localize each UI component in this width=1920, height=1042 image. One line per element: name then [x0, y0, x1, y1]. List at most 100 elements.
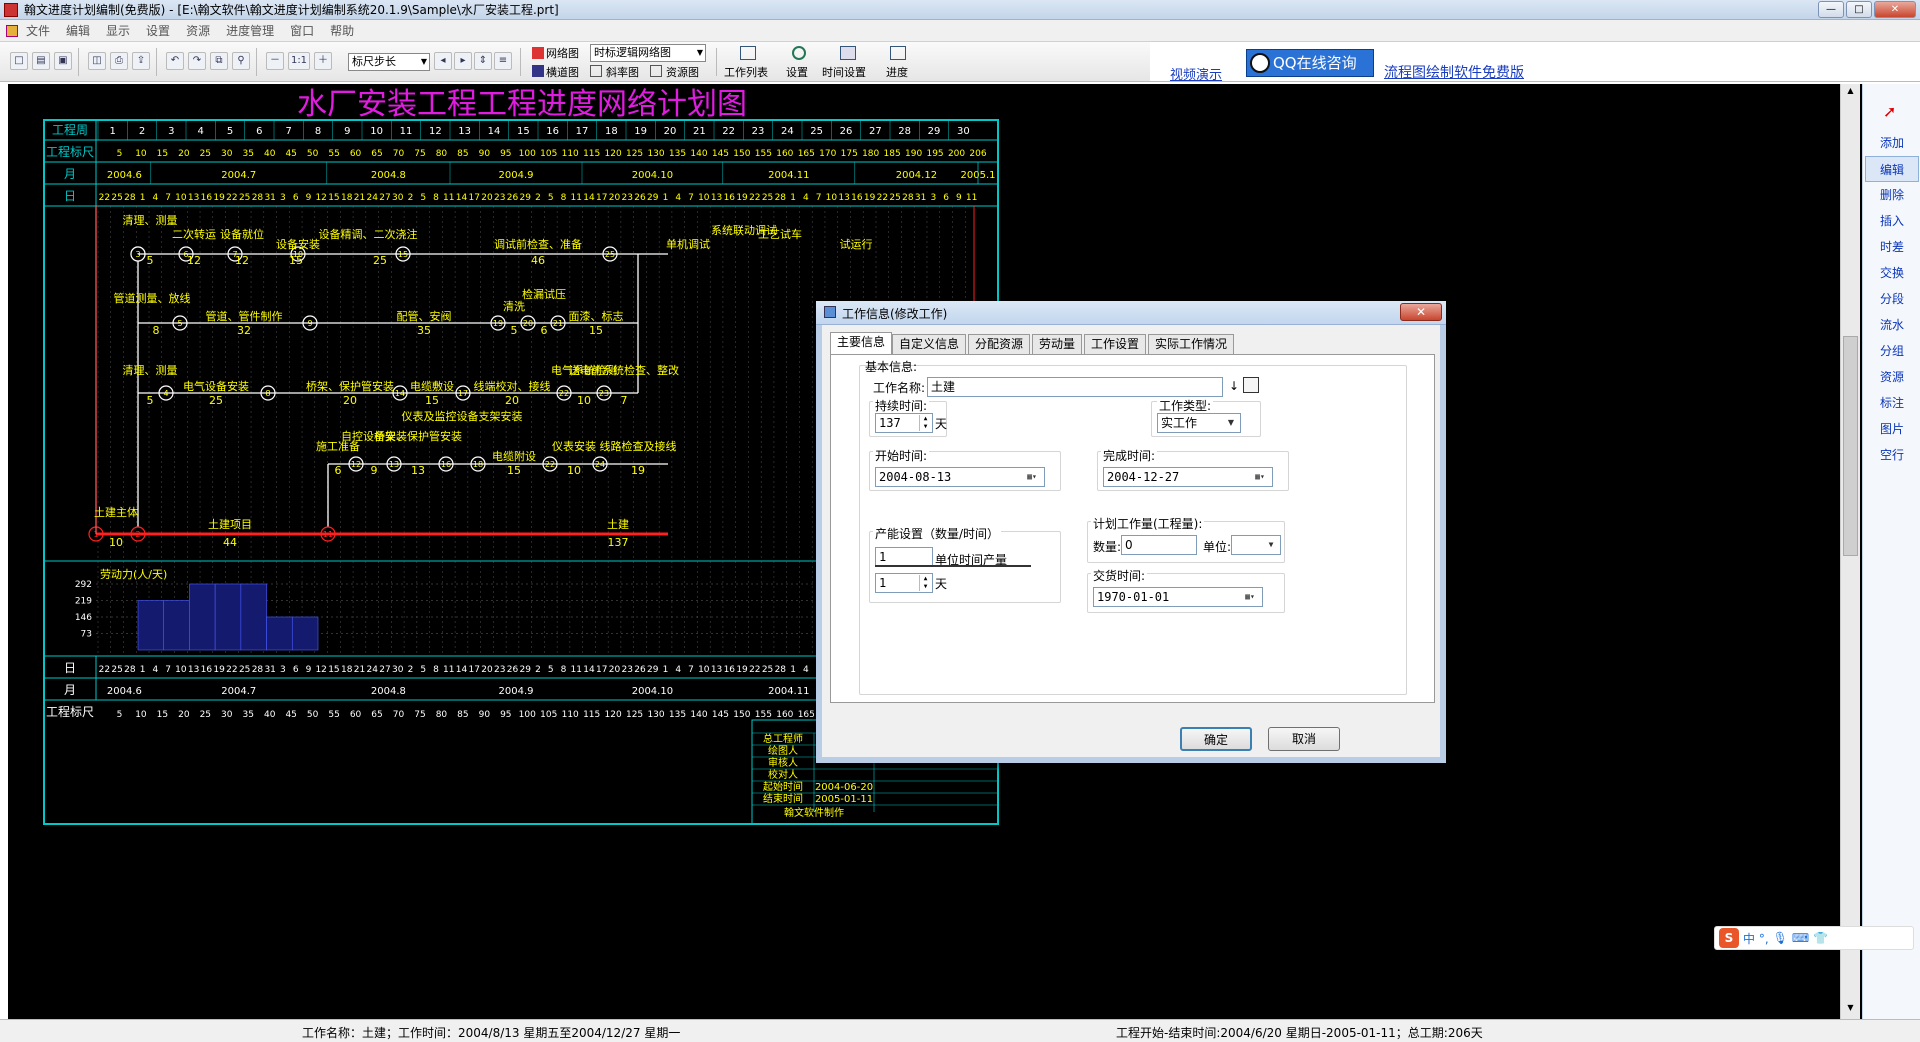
open-icon[interactable]: ▤ [32, 52, 50, 70]
scroll-down-button[interactable]: ▼ [1843, 1003, 1858, 1017]
tool-edit[interactable]: 编辑 [1865, 156, 1919, 182]
tool-resource[interactable]: 资源 [1865, 364, 1919, 390]
calendar-icon[interactable] [840, 46, 856, 60]
start-calendar-icon[interactable]: ▦▾ [1022, 470, 1042, 484]
oblique-view-icon[interactable] [590, 65, 602, 77]
unit-dropdown-icon[interactable]: ▼ [1264, 538, 1278, 552]
task-list-button[interactable]: 工作列表 [724, 64, 768, 80]
tab-assign-resource[interactable]: 分配资源 [968, 334, 1031, 354]
video-demo-link[interactable]: 视频演示 [1170, 64, 1222, 83]
task-type-dropdown-icon[interactable]: ▼ [1224, 416, 1238, 430]
tool-segment[interactable]: 分段 [1865, 286, 1919, 312]
last-icon[interactable]: ▸ [454, 52, 472, 70]
redo-icon[interactable]: ↷ [188, 52, 206, 70]
capacity-qty-input[interactable]: 1 [875, 547, 933, 567]
tool-add[interactable]: 添加 [1865, 130, 1919, 156]
print-icon[interactable]: ⎙ [110, 52, 128, 70]
task-list-icon[interactable] [740, 46, 756, 60]
resource-view-label[interactable]: 资源图 [666, 64, 699, 80]
qq-consult-button[interactable]: QQ在线咨询 [1246, 49, 1374, 77]
start-time-picker[interactable]: 2004-08-13 ▦▾ [875, 467, 1045, 487]
capacity-spinner[interactable]: ▲ ▼ [919, 575, 931, 591]
export-icon[interactable]: ⇪ [132, 52, 150, 70]
menu-progress[interactable]: 进度管理 [218, 22, 282, 39]
menu-settings[interactable]: 设置 [138, 22, 178, 39]
zoom-in-icon[interactable]: ＋ [314, 52, 332, 70]
flowchart-link[interactable]: 流程图绘制软件免费版 [1384, 62, 1524, 82]
tab-actual-work[interactable]: 实际工作情况 [1148, 334, 1235, 354]
tab-custom-info[interactable]: 自定义信息 [892, 334, 967, 354]
delivery-calendar-icon[interactable]: ▦▾ [1240, 590, 1260, 604]
unit-select[interactable]: ▼ [1231, 535, 1281, 555]
maximize-button[interactable]: □ [1846, 1, 1872, 18]
vertical-scrollbar[interactable]: ▲ ▼ [1840, 84, 1860, 1019]
ime-skin-icon[interactable]: 👕 [1813, 931, 1828, 945]
tool-blank-row[interactable]: 空行 [1865, 442, 1919, 468]
view-mode-select[interactable]: 时标逻辑网络图 ▼ [590, 44, 706, 62]
menu-view[interactable]: 显示 [98, 22, 138, 39]
ruler-step-select[interactable]: 标尺步长 ▼ [348, 53, 430, 71]
find-icon[interactable]: ⚲ [232, 52, 250, 70]
new-icon[interactable]: □ [10, 52, 28, 70]
save-icon[interactable]: ▣ [54, 52, 72, 70]
dialog-close-button[interactable]: ✕ [1400, 303, 1442, 321]
menu-file[interactable]: 文件 [18, 22, 58, 39]
menu-window[interactable]: 窗口 [282, 22, 322, 39]
settings-button[interactable]: 设置 [786, 64, 808, 80]
capacity-time-input[interactable]: 1 ▲ ▼ [875, 573, 933, 593]
task-type-select[interactable]: 实工作 ▼ [1157, 413, 1241, 433]
network-view-label[interactable]: 网络图 [546, 45, 579, 61]
tool-group[interactable]: 分组 [1865, 338, 1919, 364]
quantity-input[interactable]: 0 [1121, 535, 1197, 555]
progress-icon[interactable] [890, 46, 906, 60]
scroll-thumb[interactable] [1843, 336, 1858, 556]
duration-input[interactable]: 137 ▲ ▼ [875, 413, 933, 433]
preview-icon[interactable]: ◫ [88, 52, 106, 70]
tool-flow[interactable]: 流水 [1865, 312, 1919, 338]
settings-icon[interactable] [792, 46, 806, 60]
tab-main-info[interactable]: 主要信息 [830, 332, 893, 355]
copy-icon[interactable]: ⧉ [210, 52, 228, 70]
tool-delete[interactable]: 删除 [1865, 182, 1919, 208]
tool-annotate[interactable]: 标注 [1865, 390, 1919, 416]
zoom-out-icon[interactable]: － [266, 52, 284, 70]
tool-swap[interactable]: 交换 [1865, 260, 1919, 286]
tool-float[interactable]: 时差 [1865, 234, 1919, 260]
duration-spinner[interactable]: ▲ ▼ [919, 415, 931, 431]
gantt-view-icon[interactable] [532, 65, 544, 77]
task-name-input[interactable]: 土建 [927, 377, 1223, 397]
cancel-button[interactable]: 取消 [1268, 727, 1340, 751]
scroll-up-button[interactable]: ▲ [1843, 86, 1858, 100]
end-time-picker[interactable]: 2004-12-27 ▦▾ [1103, 467, 1273, 487]
updown-icon[interactable]: ⇕ [474, 52, 492, 70]
menu-edit[interactable]: 编辑 [58, 22, 98, 39]
name-list-icon[interactable] [1243, 377, 1259, 393]
ime-mode[interactable]: 中 °, [1743, 930, 1769, 947]
resource-view-icon[interactable] [650, 65, 662, 77]
ime-toolbar[interactable]: S 中 °, 🎙 ⌨ 👕 [1714, 926, 1914, 950]
tab-task-settings[interactable]: 工作设置 [1084, 334, 1147, 354]
close-button[interactable]: ✕ [1874, 1, 1916, 18]
minimize-button[interactable]: — [1818, 1, 1844, 18]
pointer-icon[interactable]: ➚ [1883, 102, 1896, 121]
ime-mic-icon[interactable]: 🎙 [1773, 931, 1788, 945]
progress-button[interactable]: 进度 [886, 64, 908, 80]
tool-picture[interactable]: 图片 [1865, 416, 1919, 442]
zoom-ratio-button[interactable]: 1:1 [288, 52, 310, 70]
menu-resource[interactable]: 资源 [178, 22, 218, 39]
end-calendar-icon[interactable]: ▦▾ [1250, 470, 1270, 484]
menu-help[interactable]: 帮助 [322, 22, 362, 39]
undo-icon[interactable]: ↶ [166, 52, 184, 70]
tab-labor[interactable]: 劳动量 [1032, 334, 1083, 354]
network-view-icon[interactable] [532, 47, 544, 59]
first-icon[interactable]: ◂ [434, 52, 452, 70]
tool-insert[interactable]: 插入 [1865, 208, 1919, 234]
ok-button[interactable]: 确定 [1180, 727, 1252, 751]
name-dropdown-icon[interactable]: ↓ [1229, 379, 1239, 393]
oblique-view-label[interactable]: 斜率图 [606, 64, 639, 80]
ime-keyboard-icon[interactable]: ⌨ [1792, 931, 1809, 945]
time-settings-button[interactable]: 时间设置 [822, 64, 866, 80]
sort-icon[interactable]: ≡ [494, 52, 512, 70]
gantt-view-label[interactable]: 横道图 [546, 64, 579, 80]
delivery-picker[interactable]: 1970-01-01 ▦▾ [1093, 587, 1263, 607]
